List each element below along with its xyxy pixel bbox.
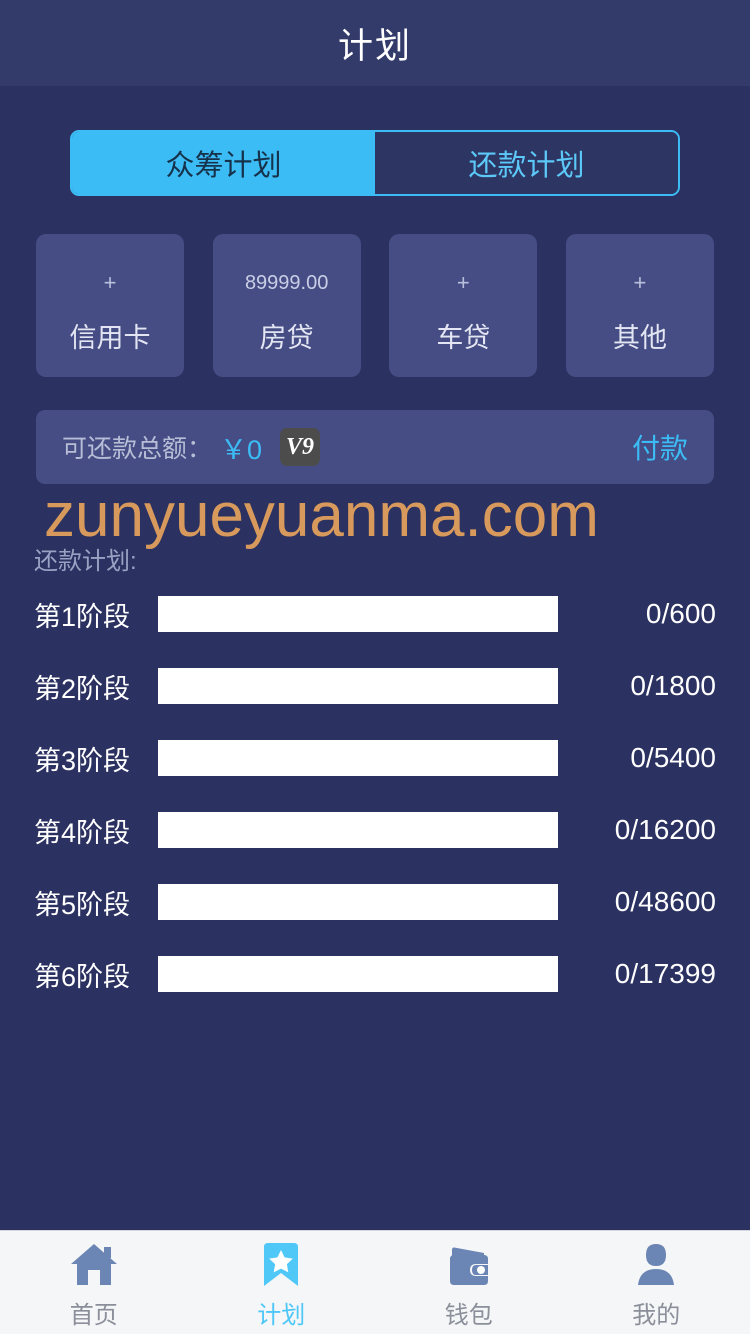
stage-name: 第1阶段 xyxy=(34,601,131,632)
nav-item-home[interactable]: 首页 xyxy=(0,1231,188,1334)
stage-row: 第4阶段 0/16200 xyxy=(0,794,750,866)
stage-name: 第3阶段 xyxy=(34,745,131,776)
nav-item-plan[interactable]: 计划 xyxy=(188,1231,376,1334)
card-other-label: 其他 xyxy=(612,323,667,353)
stage-count: 0/16200 xyxy=(614,814,716,845)
page-title: 计划 xyxy=(337,26,412,66)
bottom-navigation: 首页 计划 钱包 我的 xyxy=(0,1230,750,1334)
repayable-total-label: 可还款总额： xyxy=(62,435,213,463)
stage-row: 第3阶段 0/5400 xyxy=(0,722,750,794)
bookmark-star-icon xyxy=(255,1239,307,1291)
category-card-row: + 信用卡 89999.00 房贷 + 车贷 + 其他 xyxy=(36,234,714,377)
stage-progress-bar xyxy=(158,884,558,920)
card-credit-card-label: 信用卡 xyxy=(69,323,151,353)
stage-row: 第2阶段 0/1800 xyxy=(0,650,750,722)
repayable-total-amount: ￥0 xyxy=(220,434,263,465)
wallet-icon xyxy=(443,1239,495,1291)
app-header: 计划 xyxy=(0,0,750,86)
stage-progress-bar xyxy=(158,740,558,776)
stage-count: 0/1800 xyxy=(630,670,716,701)
stage-list: 第1阶段 0/600 第2阶段 0/1800 第3阶段 0/5400 第4阶段 xyxy=(0,578,750,1010)
stage-count: 0/600 xyxy=(645,598,716,629)
tab-repayment-plan[interactable]: 还款计划 xyxy=(375,132,678,194)
stage-name: 第4阶段 xyxy=(34,817,131,848)
stage-progress-bar xyxy=(158,812,558,848)
nav-item-wallet[interactable]: 钱包 xyxy=(375,1231,563,1334)
main-content: 众筹计划 还款计划 + 信用卡 89999.00 房贷 + 车贷 + 其他 可还… xyxy=(0,86,750,1230)
stage-row: 第5阶段 0/48600 xyxy=(0,866,750,938)
card-car-loan-label: 车贷 xyxy=(436,323,491,353)
nav-label-profile: 我的 xyxy=(632,1302,681,1329)
tab-crowdfunding-plan[interactable]: 众筹计划 xyxy=(72,132,375,194)
stage-progress-bar xyxy=(158,596,558,632)
card-credit-card[interactable]: + 信用卡 xyxy=(36,234,184,377)
home-icon xyxy=(68,1239,120,1291)
pay-button[interactable]: 付款 xyxy=(632,427,688,467)
vip-level-badge: V9 xyxy=(280,428,321,466)
stage-row: 第6阶段 0/17399 xyxy=(0,938,750,1010)
repayable-total-bar: 可还款总额： ￥0 V9 付款 xyxy=(36,410,714,484)
stage-name: 第5阶段 xyxy=(34,889,131,920)
card-mortgage-label: 房贷 xyxy=(259,323,314,353)
card-car-loan[interactable]: + 车贷 xyxy=(389,234,538,377)
stage-name: 第6阶段 xyxy=(34,961,131,992)
stage-row: 第1阶段 0/600 xyxy=(0,578,750,650)
stage-count: 0/48600 xyxy=(614,886,716,917)
stage-count: 0/17399 xyxy=(614,958,716,989)
nav-label-wallet: 钱包 xyxy=(444,1302,493,1329)
nav-item-profile[interactable]: 我的 xyxy=(563,1231,750,1334)
plan-type-tabs: 众筹计划 还款计划 xyxy=(70,130,680,196)
card-other[interactable]: + 其他 xyxy=(565,234,714,377)
repayment-plan-heading: 还款计划: xyxy=(34,548,137,575)
nav-label-plan: 计划 xyxy=(257,1302,306,1329)
stage-name: 第2阶段 xyxy=(34,673,131,704)
card-mortgage[interactable]: 89999.00 房贷 xyxy=(212,234,361,377)
person-icon xyxy=(630,1239,682,1291)
stage-progress-bar xyxy=(158,956,558,992)
nav-label-home: 首页 xyxy=(69,1302,118,1329)
stage-progress-bar xyxy=(158,668,558,704)
stage-count: 0/5400 xyxy=(630,742,716,773)
